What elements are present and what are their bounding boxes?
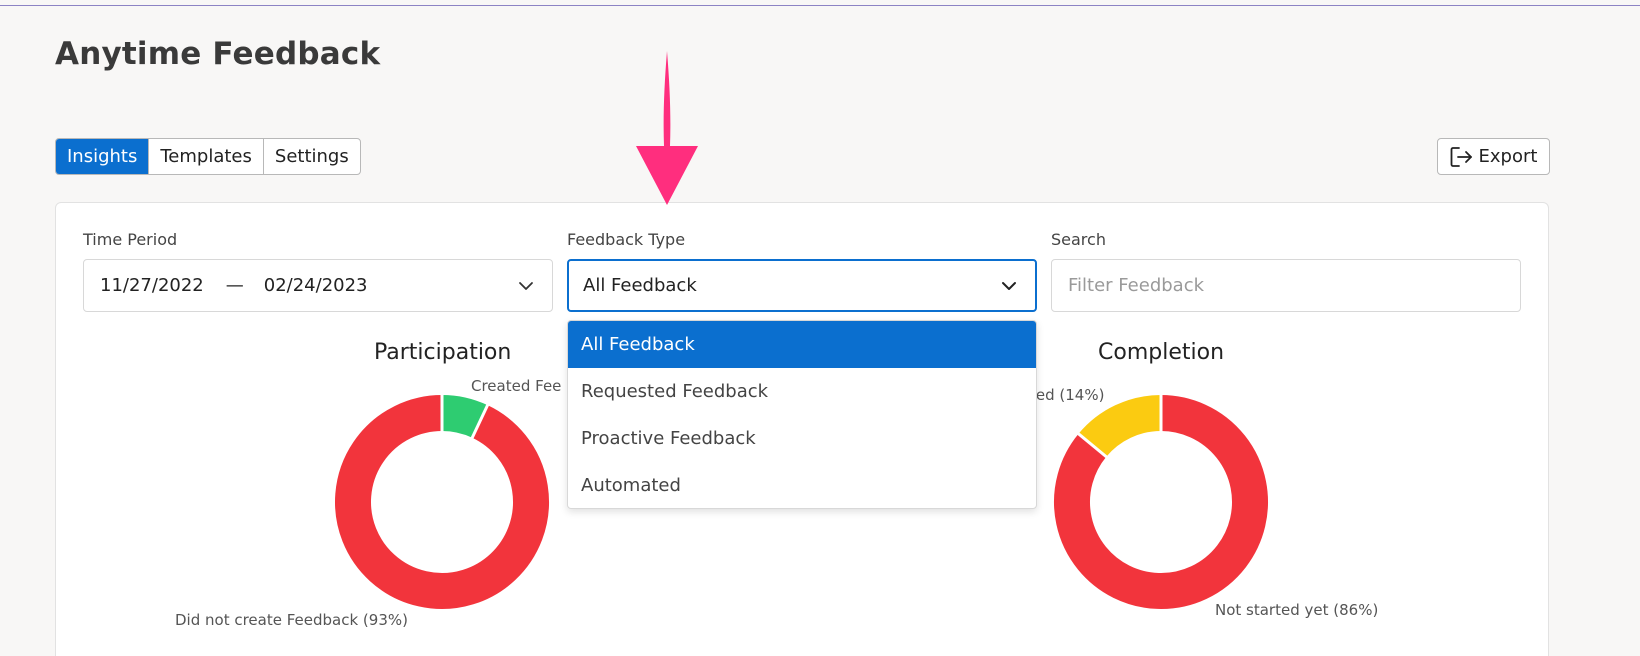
completion-label-started: ted (14%): [1030, 386, 1105, 404]
option-automated[interactable]: Automated: [568, 462, 1036, 508]
participation-donut: [335, 394, 549, 609]
option-requested-feedback[interactable]: Requested Feedback: [568, 368, 1036, 415]
completion-donut: [1054, 394, 1268, 609]
option-proactive-feedback[interactable]: Proactive Feedback: [568, 415, 1036, 462]
participation-label-created: Created Fee: [471, 377, 562, 395]
completion-label-not-started: Not started yet (86%): [1215, 601, 1379, 619]
donut-slice-did-not-create-feedback: [335, 395, 549, 609]
donut-slice-started: [1078, 395, 1162, 458]
donut-slice-created-feedback: [441, 395, 488, 439]
participation-label-not-created: Did not create Feedback (93%): [175, 611, 408, 629]
annotation-arrow-icon: [636, 51, 698, 205]
option-all-feedback[interactable]: All Feedback: [568, 321, 1036, 368]
feedback-type-dropdown: All Feedback Requested Feedback Proactiv…: [567, 320, 1037, 509]
